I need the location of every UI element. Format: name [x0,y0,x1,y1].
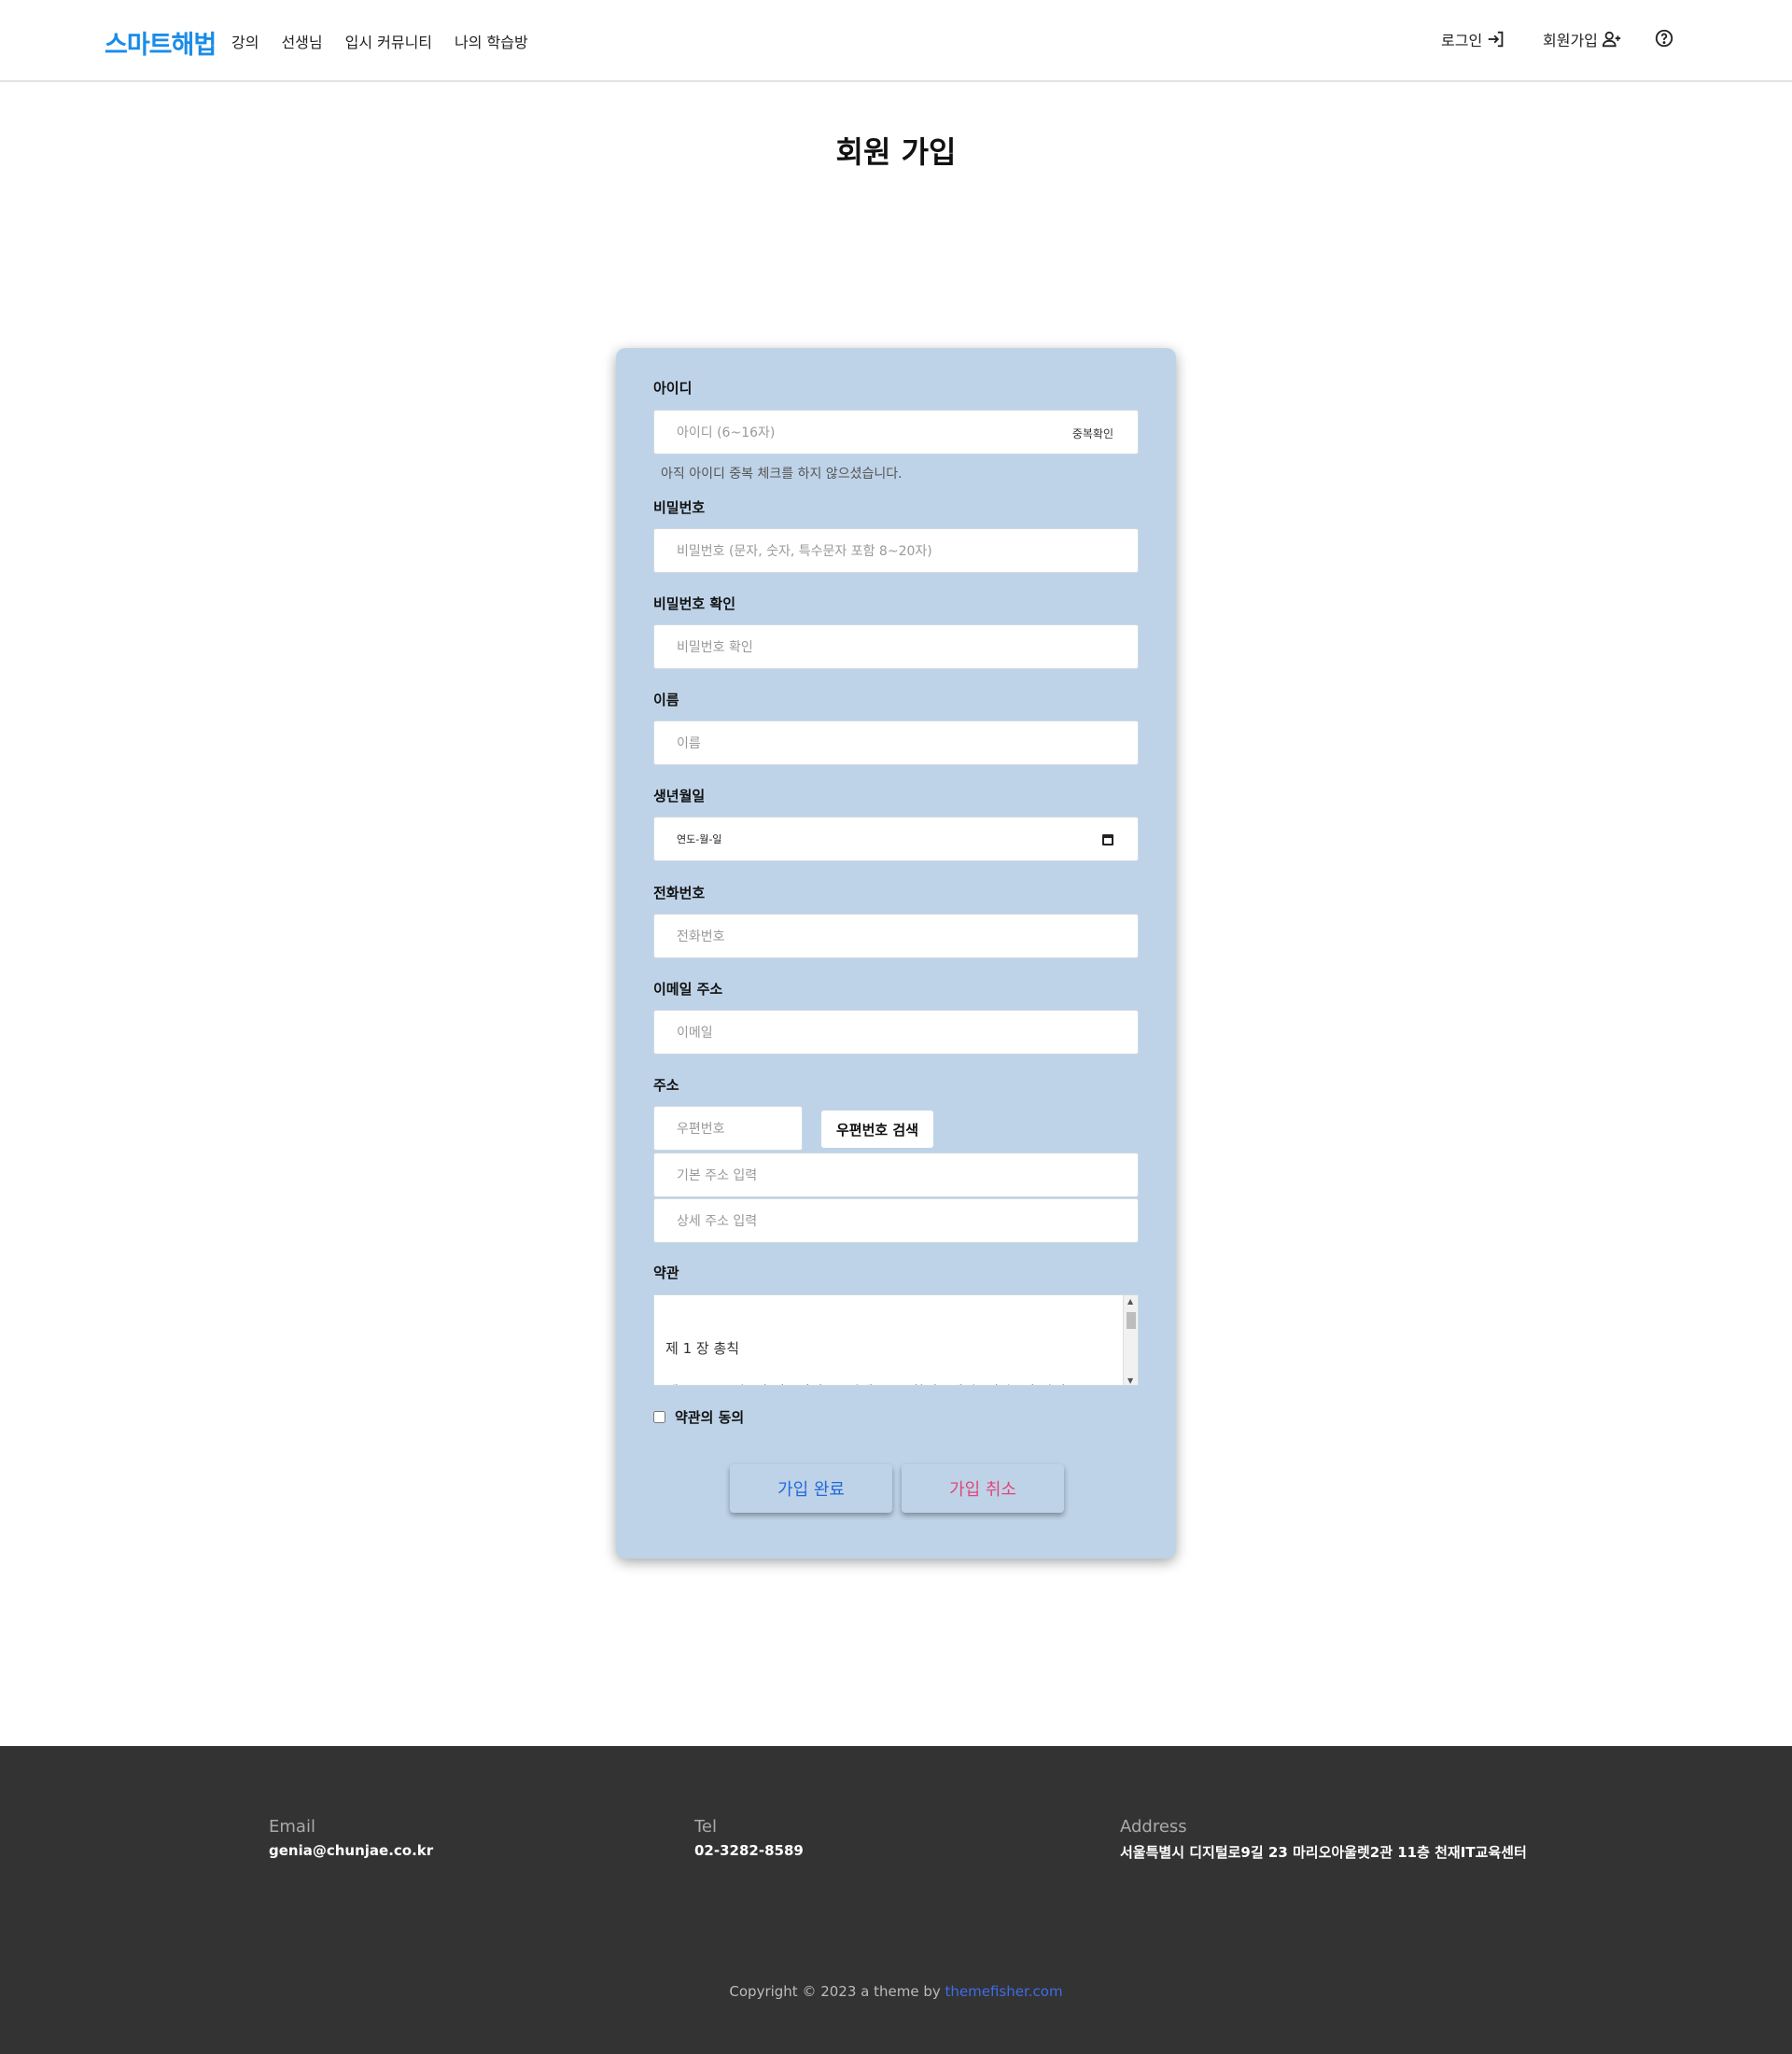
signup-label: 회원가입 [1543,32,1598,49]
terms-label: 약관 [653,1265,679,1281]
basic-address-input[interactable]: 기본 주소 입력 [653,1153,1139,1197]
footer-address-value: 서울특별시 디지털로9길 23 마리오아울렛2관 11층 천재IT교육센터 [1120,1844,1527,1861]
login-icon [1488,31,1504,48]
detail-address-input[interactable]: 상세 주소 입력 [653,1198,1139,1243]
email-label: 이메일 주소 [653,981,723,998]
id-placeholder: 아이디 (6~16자) [677,426,776,440]
help-icon [1655,29,1673,48]
terms-agree-checkbox[interactable] [653,1411,665,1423]
birth-date-input[interactable]: 연도-월-일 [653,817,1139,861]
name-input[interactable]: 이름 [653,720,1139,765]
footer-address: Address 서울특별시 디지털로9길 23 마리오아울렛2관 11층 천재I… [1120,1817,1527,1862]
password-placeholder: 비밀번호 (문자, 숫자, 특수문자 포함 8~20자) [677,544,932,559]
scroll-up-arrow-icon[interactable]: ▲ [1127,1297,1133,1306]
footer-email-value: genia@chunjae.co.kr [269,1842,434,1859]
submit-signup-button[interactable]: 가입 완료 [730,1464,892,1513]
password-label: 비밀번호 [653,499,706,516]
terms-agree-label: 약관의 동의 [675,1409,745,1426]
duplicate-check-button[interactable]: 중복확인 [1072,426,1113,441]
footer-tel-value: 02-3282-8589 [694,1842,804,1859]
scroll-thumb[interactable] [1127,1312,1136,1329]
password-confirm-input[interactable]: 비밀번호 확인 [653,624,1139,669]
site-logo[interactable]: 스마트해법 [105,24,217,61]
help-button[interactable] [1654,28,1674,49]
signup-form-card: 아이디 아이디 (6~16자) 중복확인 아직 아이디 중복 체크를 하지 않으… [616,348,1176,1558]
basic-address-placeholder: 기본 주소 입력 [677,1168,758,1183]
nav-lectures[interactable]: 강의 [231,30,259,52]
cancel-signup-button[interactable]: 가입 취소 [902,1464,1064,1513]
zip-search-button[interactable]: 우편번호 검색 [821,1111,933,1148]
terms-line-2: 제 1 조 (목적) 이 이용약관은 "단체표준종합정보센터 (이하 "당 사이 [665,1370,1066,1385]
id-input[interactable]: 아이디 (6~16자) 중복확인 [653,410,1139,454]
footer-tel-title: Tel [694,1817,718,1837]
footer-tel: Tel 02-3282-8589 [694,1817,804,1859]
terms-textarea[interactable]: 제 1 장 총칙 제 1 조 (목적) 이 이용약관은 "단체표준종합정보센터 … [653,1294,1139,1386]
main-nav: 강의 선생님 입시 커뮤니티 나의 학습방 [231,30,528,52]
birth-placeholder: 연도-월-일 [677,833,722,845]
password-confirm-placeholder: 비밀번호 확인 [677,640,753,655]
nav-teachers[interactable]: 선생님 [281,30,322,52]
copyright-text: Copyright © 2023 a theme by [729,1983,941,2000]
zip-placeholder: 우편번호 [677,1122,725,1137]
site-footer: Email genia@chunjae.co.kr Tel 02-3282-85… [0,1746,1792,2054]
name-label: 이름 [653,692,679,708]
phone-input[interactable]: 전화번호 [653,914,1139,958]
terms-agree[interactable]: 약관의 동의 [653,1407,744,1427]
copyright: Copyright © 2023 a theme by themefisher.… [0,1983,1792,2000]
login-link[interactable]: 로그인 [1441,28,1506,50]
footer-address-title: Address [1120,1817,1187,1837]
address-label: 주소 [653,1077,679,1094]
site-header: 스마트해법 강의 선생님 입시 커뮤니티 나의 학습방 로그인 회원가입 [0,0,1792,82]
add-user-icon [1602,31,1621,48]
email-input[interactable]: 이메일 [653,1010,1139,1055]
terms-line-1: 제 1 장 총칙 [665,1340,740,1357]
themefisher-link[interactable]: themefisher.com [945,1983,1063,2000]
footer-email-title: Email [269,1817,315,1837]
calendar-icon[interactable] [1102,834,1113,845]
id-label: 아이디 [653,380,693,397]
id-check-hint: 아직 아이디 중복 체크를 하지 않으셨습니다. [661,467,903,482]
nav-my-study-room[interactable]: 나의 학습방 [455,30,528,52]
birth-label: 생년월일 [653,788,706,804]
detail-address-placeholder: 상세 주소 입력 [677,1214,758,1229]
phone-placeholder: 전화번호 [677,929,725,944]
signup-link[interactable]: 회원가입 [1543,28,1622,50]
login-label: 로그인 [1441,32,1483,49]
name-placeholder: 이름 [677,736,701,751]
email-placeholder: 이메일 [677,1026,713,1041]
page-title: 회원 가입 [835,134,957,170]
terms-scrollbar[interactable]: ▲ ▼ [1123,1295,1138,1385]
phone-label: 전화번호 [653,885,706,901]
password-input[interactable]: 비밀번호 (문자, 숫자, 특수문자 포함 8~20자) [653,528,1139,573]
nav-community[interactable]: 입시 커뮤니티 [345,30,432,52]
scroll-down-arrow-icon[interactable]: ▼ [1127,1376,1133,1385]
footer-email: Email genia@chunjae.co.kr [269,1817,433,1859]
zip-input[interactable]: 우편번호 [653,1106,803,1151]
terms-content: 제 1 장 총칙 제 1 조 (목적) 이 이용약관은 "단체표준종합정보센터 … [665,1327,1066,1385]
password-confirm-label: 비밀번호 확인 [653,595,736,612]
form-actions: 가입 완료 가입 취소 [730,1464,1064,1513]
